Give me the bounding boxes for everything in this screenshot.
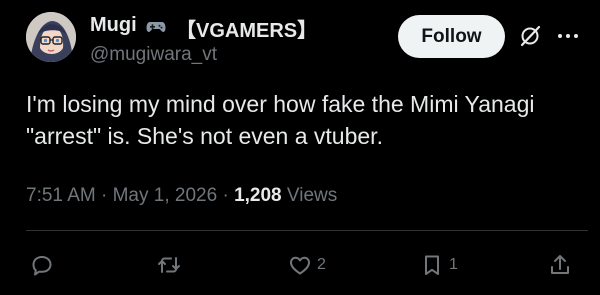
- grok-icon[interactable]: [519, 25, 541, 47]
- like-count: 2: [317, 256, 326, 273]
- tweet-text: I'm losing my mind over how fake the Mim…: [26, 88, 586, 152]
- views-label: Views: [281, 185, 338, 206]
- share-button[interactable]: [548, 252, 572, 278]
- follow-button[interactable]: Follow: [398, 15, 505, 58]
- tweet-text-line: "arrest" is. She's not even a vtuber.: [26, 123, 383, 149]
- more-icon[interactable]: [555, 26, 581, 46]
- like-button[interactable]: 2: [288, 252, 326, 278]
- bookmark-icon: [425, 255, 439, 275]
- tweet-date[interactable]: May 1, 2026: [113, 185, 218, 206]
- bookmark-button[interactable]: 1: [420, 252, 458, 278]
- display-name[interactable]: Mugi: [90, 14, 137, 37]
- meta-separator: ·: [217, 185, 235, 206]
- tweet-time[interactable]: 7:51 AM: [26, 185, 96, 206]
- avatar[interactable]: [26, 12, 76, 62]
- meta-separator: ·: [95, 185, 113, 206]
- share-icon: [551, 255, 569, 274]
- repost-icon: [158, 257, 180, 273]
- reply-icon: [32, 256, 52, 276]
- divider: [26, 230, 588, 231]
- views-count: 1,208: [234, 185, 282, 206]
- tweet-text-line: I'm losing my mind over how fake the Mim…: [26, 91, 535, 117]
- reply-button[interactable]: [30, 252, 54, 278]
- bookmark-count: 1: [449, 256, 458, 273]
- tweet-meta: 7:51 AM · May 1, 2026 · 1,208 Views: [26, 185, 337, 207]
- display-name-affiliation: 【VGAMERS】: [176, 20, 318, 42]
- repost-button[interactable]: [157, 252, 181, 278]
- user-handle[interactable]: @mugiwara_vt: [90, 44, 217, 66]
- gamepad-icon: [146, 22, 166, 32]
- like-icon: [290, 256, 310, 275]
